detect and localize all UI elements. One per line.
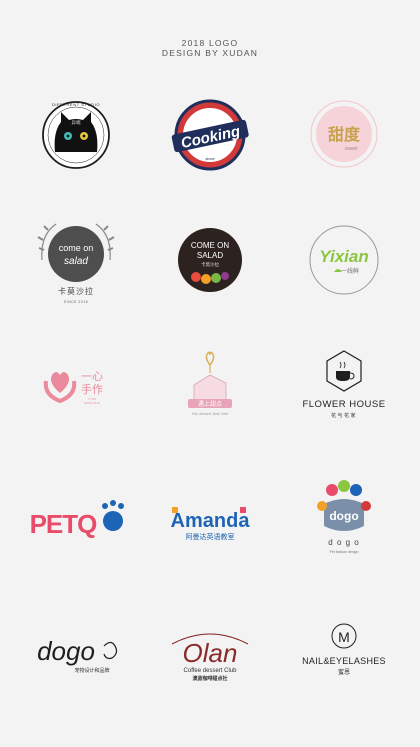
salad-dark-line1: COME ON xyxy=(191,241,229,250)
salad-gray-since: SINCE 2016 xyxy=(64,300,88,304)
dripping-circle-icon: 甜度 sweet xyxy=(310,100,378,168)
logo-yixin-shouzuo[interactable]: 一心 手作 YI XIN SHOU ZUO xyxy=(16,335,136,435)
cooking-sub: since xyxy=(205,156,215,161)
fruit-circle-icon: COME ON SALAD 卡莫沙拉 xyxy=(178,228,242,292)
flower-house-text: FLOWER HOUSE xyxy=(302,399,385,410)
nail-cn: 蜜恩 xyxy=(338,668,350,676)
petq-text: PETQ xyxy=(30,509,98,539)
logo-olan[interactable]: Olan Coffee dessert Club 澳蓝咖啡甜点社 xyxy=(150,605,270,705)
amanda-text: Amanda xyxy=(171,510,251,532)
logo-yushang-tiandian[interactable]: 遇上甜点 Yes, dessert, time, here xyxy=(150,335,270,435)
studio-ring-text: DIFFERENT STUDIO xyxy=(52,102,100,107)
logo-dogo-script[interactable]: dogo 宠物设计和品牌 xyxy=(16,605,136,705)
salad-gray-line2: salad xyxy=(64,256,88,267)
logo-different-studio[interactable]: 异端 DIFFERENT STUDIO xyxy=(16,85,136,185)
yixian-text: Yixian xyxy=(319,247,368,266)
dogo-script-text: dogo xyxy=(37,636,95,666)
coffee-swirl-icon: Olan Coffee dessert Club 澳蓝咖啡甜点社 xyxy=(171,633,249,682)
nail-letter: M xyxy=(338,629,350,645)
logo-tian-du[interactable]: 甜度 sweet xyxy=(284,85,404,185)
salad-gray-cn: 卡莫沙拉 xyxy=(58,286,94,296)
dogo-script-cn: 宠物设计和品牌 xyxy=(74,667,109,674)
logo-dogo[interactable]: dogo d o g o Pet fashion design xyxy=(284,470,404,570)
tian-du-text: 甜度 xyxy=(328,125,361,144)
yushang-script: Yes, dessert, time, here xyxy=(192,412,229,416)
logo-come-on-salad-dark[interactable]: COME ON SALAD 卡莫沙拉 xyxy=(150,210,270,310)
logo-cooking[interactable]: Cooking since xyxy=(150,85,270,185)
heart-hands-icon: 一心 手作 YI XIN SHOU ZUO xyxy=(43,370,103,405)
logo-flower-house[interactable]: FLOWER HOUSE 花与花家 xyxy=(284,335,404,435)
salad-gray-line1: come on xyxy=(59,243,94,253)
flower-house-cn: 花与花家 xyxy=(331,412,357,419)
paw-icon: PETQ xyxy=(30,500,124,539)
yixin-sub2: SHOU ZUO xyxy=(84,401,101,405)
yixian-cn: 一线鲜 xyxy=(341,267,359,275)
yushang-cn: 遇上甜点 xyxy=(198,400,222,408)
nail-text: NAIL&EYELASHES xyxy=(302,656,386,666)
dogo-spaced: d o g o xyxy=(328,538,359,547)
olan-cn: 澳蓝咖啡甜点社 xyxy=(192,675,227,682)
dog-head-icon: dogo d o g o Pet fashion design xyxy=(317,480,371,554)
laurel-wreath-icon: come on salad 卡莫沙拉 SINCE 2016 xyxy=(37,223,115,304)
olan-text: Olan xyxy=(183,638,238,668)
logo-yixian[interactable]: Yixian 一线鲜 xyxy=(284,210,404,310)
logo-nail-eyelashes[interactable]: M NAIL&EYELASHES 蜜恩 xyxy=(284,605,404,705)
black-cat-icon: 异端 DIFFERENT STUDIO xyxy=(42,101,110,169)
logo-grid: 异端 DIFFERENT STUDIO Cooking since 甜度 swe… xyxy=(0,0,420,747)
cake-heart-icon: 遇上甜点 Yes, dessert, time, here xyxy=(188,351,232,416)
logo-petq[interactable]: PETQ xyxy=(16,470,136,570)
coffee-hexagon-icon: FLOWER HOUSE 花与花家 xyxy=(302,350,385,419)
dogo-sub: Pet fashion design xyxy=(330,550,359,554)
yixin-line2: 手作 xyxy=(81,382,103,396)
amanda-cn: 阿曼达英语教室 xyxy=(186,532,235,541)
logo-amanda[interactable]: Amanda 阿曼达英语教室 xyxy=(150,470,270,570)
tian-du-sub: sweet xyxy=(344,146,358,152)
salad-dark-line2: SALAD xyxy=(197,251,223,260)
salad-dark-cn: 卡莫沙拉 xyxy=(201,261,219,268)
dog-outline-icon: dogo 宠物设计和品牌 xyxy=(37,636,118,674)
monogram-circle-icon: M NAIL&EYELASHES 蜜恩 xyxy=(302,623,386,676)
olan-sub: Coffee dessert Club xyxy=(184,668,238,674)
logo-come-on-salad-gray[interactable]: come on salad 卡莫沙拉 SINCE 2016 xyxy=(16,210,136,310)
dogo-text: dogo xyxy=(329,509,358,523)
studio-inner-text: 异端 xyxy=(72,119,81,126)
yixin-line1: 一心 xyxy=(81,370,103,383)
